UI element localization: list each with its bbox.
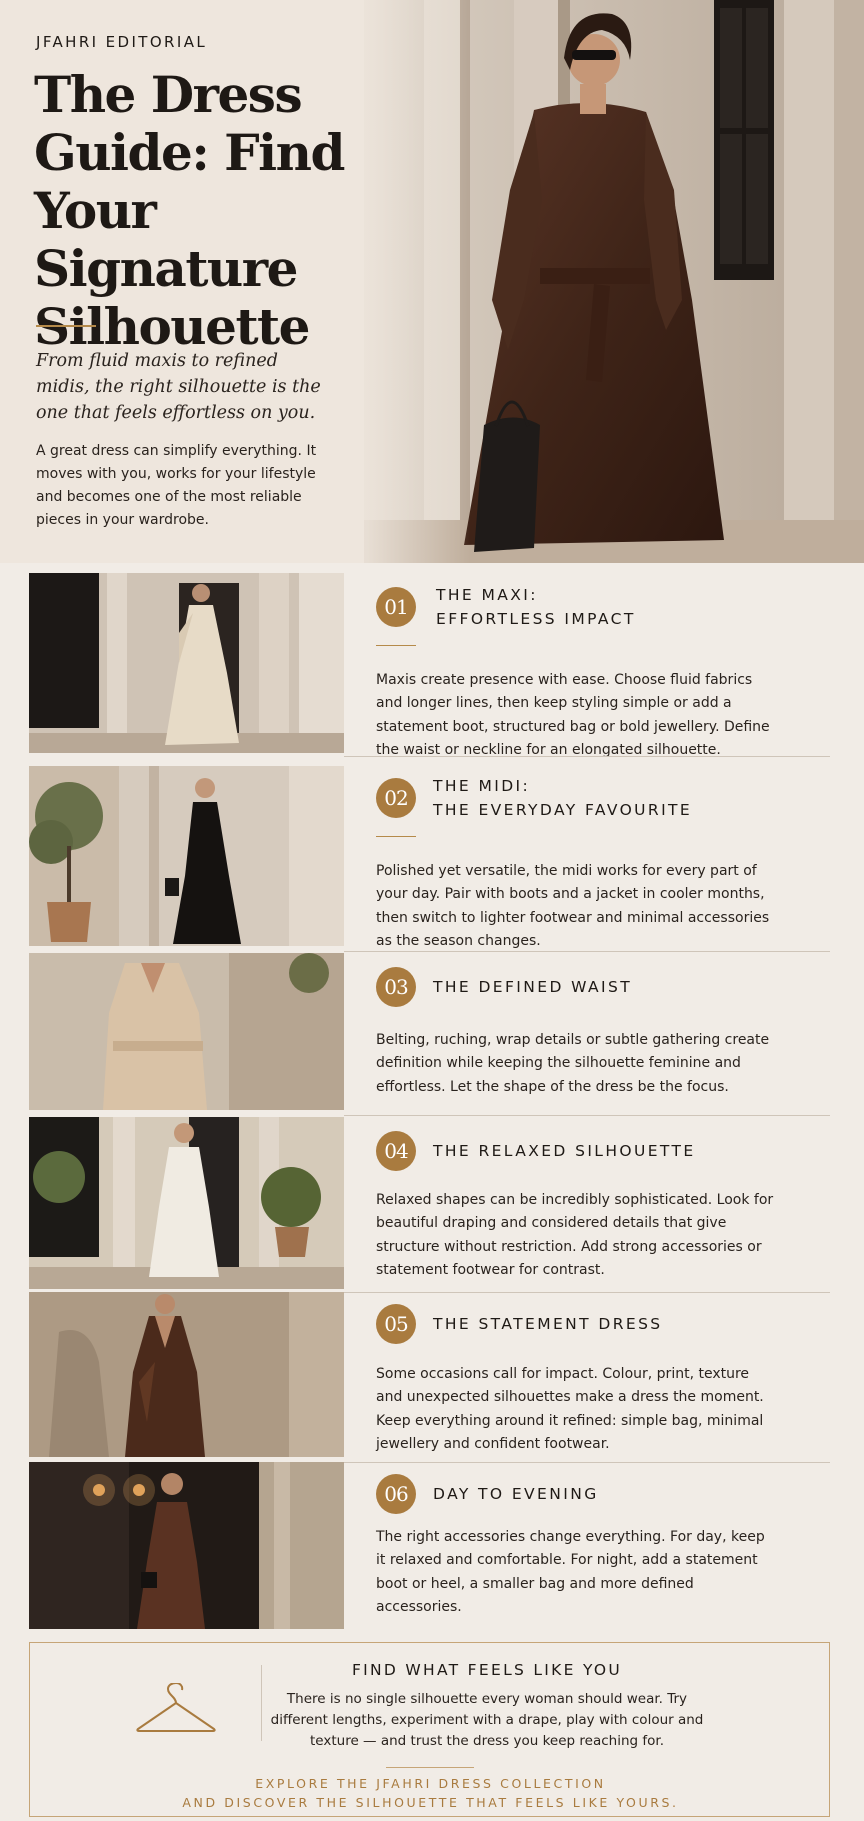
section-heading-line: EFFORTLESS IMPACT	[436, 610, 636, 628]
hero-intro: A great dress can simplify everything. I…	[36, 443, 317, 528]
section-heading-line: THE MIDI:	[433, 777, 531, 795]
guide-item-midi: 02 THE MIDI: THE EVERYDAY FAVOURITE Poli…	[0, 766, 864, 952]
section-text: Relaxed shapes can be incredibly sophist…	[376, 1192, 774, 1278]
heading-divider	[376, 836, 416, 837]
photo-defined-waist-dress	[29, 953, 344, 1110]
section-text: Polished yet versatile, the midi works f…	[376, 863, 770, 949]
section-heading-line: THE EVERYDAY FAVOURITE	[433, 801, 693, 819]
title-divider	[36, 325, 96, 327]
section-heading: THE DEFINED WAIST	[433, 978, 633, 996]
photo-statement-dress	[29, 1292, 344, 1457]
section-number: 05	[376, 1304, 416, 1344]
guide-item-statement-dress: 05 THE STATEMENT DRESS Some occasions ca…	[0, 1292, 864, 1463]
collection-link[interactable]: EXPLORE THE JFAHRI DRESS COLLECTION AND …	[30, 1774, 831, 1812]
cta-rule	[386, 1767, 474, 1768]
guide-item-defined-waist: 03 THE DEFINED WAIST Belting, ruching, w…	[0, 951, 864, 1116]
hero-lead: From fluid maxis to refined midis, the r…	[36, 351, 321, 423]
hanger-icon	[136, 1683, 216, 1732]
section-divider	[344, 756, 830, 757]
section-text: Belting, ruching, wrap details or subtle…	[376, 1032, 770, 1095]
section-text: The right accessories change everything.…	[376, 1529, 765, 1615]
photo-evening-dress	[29, 1462, 344, 1629]
heading-divider	[376, 645, 416, 646]
section-text: Maxis create presence with ease. Choose …	[376, 672, 770, 758]
section-heading: DAY TO EVENING	[433, 1485, 599, 1503]
section-text: Some occasions call for impact. Colour, …	[376, 1366, 764, 1452]
collection-link-line[interactable]: EXPLORE THE JFAHRI DRESS COLLECTION	[30, 1774, 831, 1793]
section-number: 01	[376, 587, 416, 627]
guide-item-day-to-evening: 06 DAY TO EVENING The right accessories …	[0, 1462, 864, 1632]
photo-maxi-dress	[29, 573, 344, 753]
cta-box: FIND WHAT FEELS LIKE YOU There is no sin…	[29, 1642, 830, 1817]
section-heading: THE MIDI: THE EVERYDAY FAVOURITE	[433, 774, 692, 822]
cta-text: There is no single silhouette every woma…	[270, 1691, 704, 1749]
guide-item-relaxed-silhouette: 04 THE RELAXED SILHOUETTE Relaxed shapes…	[0, 1115, 864, 1293]
section-heading: THE MAXI: EFFORTLESS IMPACT	[436, 583, 636, 631]
photo-relaxed-dress	[29, 1117, 344, 1289]
guide-item-maxi: 01 THE MAXI: EFFORTLESS IMPACT Maxis cre…	[0, 573, 864, 758]
brand-name: JFAHRI EDITORIAL	[36, 33, 208, 51]
collection-link-line[interactable]: AND DISCOVER THE SILHOUETTE THAT FEELS L…	[30, 1793, 831, 1812]
section-number: 06	[376, 1474, 416, 1514]
section-heading: THE RELAXED SILHOUETTE	[433, 1142, 696, 1160]
hero: JFAHRI EDITORIAL The Dress Guide: Find Y…	[0, 0, 864, 563]
section-number: 03	[376, 967, 416, 1007]
section-number: 02	[376, 778, 416, 818]
section-heading: THE STATEMENT DRESS	[433, 1315, 663, 1333]
section-heading-line: THE MAXI:	[436, 586, 538, 604]
section-number: 04	[376, 1131, 416, 1171]
cta-title: FIND WHAT FEELS LIKE YOU	[351, 1661, 623, 1679]
photo-midi-dress	[29, 766, 344, 946]
page-title: The Dress Guide: Find Your Signature Sil…	[34, 65, 346, 356]
